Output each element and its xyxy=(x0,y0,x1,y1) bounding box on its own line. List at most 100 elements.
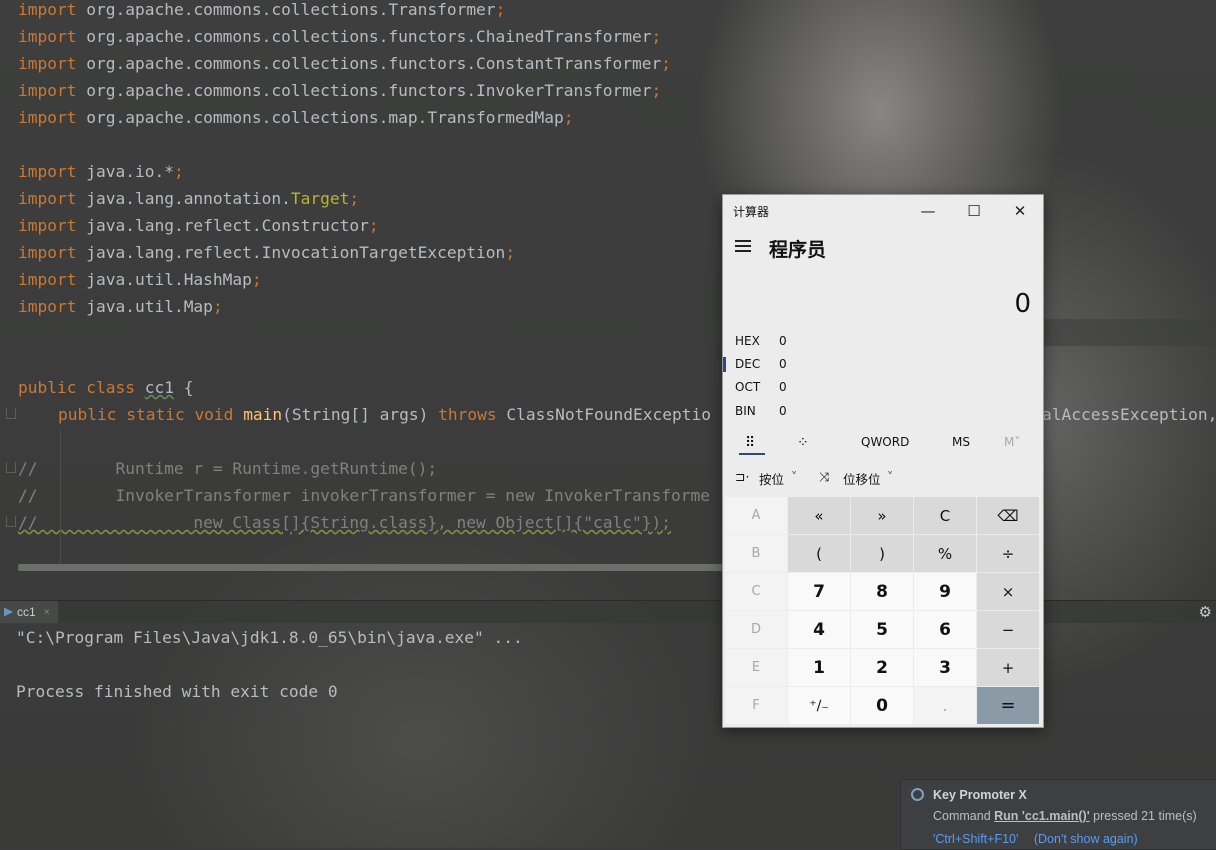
key-3[interactable]: 3 xyxy=(914,649,976,686)
key-7[interactable]: 7 xyxy=(788,573,850,610)
key-open-paren[interactable]: ( xyxy=(788,535,850,572)
key-percent[interactable]: % xyxy=(914,535,976,572)
key-5[interactable]: 5 xyxy=(851,611,913,648)
key-4[interactable]: 4 xyxy=(788,611,850,648)
code-line-main-decl-tail[interactable]: alAccessException, xyxy=(1042,401,1216,428)
code-line-import[interactable]: import java.lang.reflect.InvocationTarge… xyxy=(18,239,515,266)
key-equals[interactable]: = xyxy=(977,687,1039,724)
code-line-comment[interactable]: // InvokerTransformer invokerTransformer… xyxy=(18,482,710,509)
code-line-import[interactable]: import java.io.*; xyxy=(18,158,184,185)
key-E[interactable]: E xyxy=(725,649,787,686)
key-A[interactable]: A xyxy=(725,497,787,534)
maximize-button[interactable]: ☐ xyxy=(951,195,997,227)
radix-value: 0 xyxy=(779,357,787,371)
memory-store-button[interactable]: MS xyxy=(952,435,970,449)
key-minus[interactable]: − xyxy=(977,611,1039,648)
key-B[interactable]: B xyxy=(725,535,787,572)
key-shift-right[interactable]: » xyxy=(851,497,913,534)
bit-toggle-keypad-icon[interactable]: ⁘ xyxy=(797,435,809,451)
key-negate[interactable]: ⁺∕₋ xyxy=(788,687,850,724)
fold-marker-icon[interactable] xyxy=(6,462,16,473)
key-decimal[interactable]: . xyxy=(914,687,976,724)
chevron-down-icon: ˅ xyxy=(791,469,798,484)
key-clear[interactable]: C xyxy=(914,497,976,534)
code-line-class-decl[interactable]: public class cc1 { xyxy=(18,374,193,401)
command-link[interactable]: Run 'cc1.main()' xyxy=(994,809,1090,823)
keypad-grid: A « » C ⌫ B ( ) % ÷ C 7 8 9 × D 4 5 6 − … xyxy=(725,497,1041,724)
key-1[interactable]: 1 xyxy=(788,649,850,686)
radix-value: 0 xyxy=(779,334,787,348)
memory-list-button[interactable]: M˅ xyxy=(1004,435,1020,449)
keypad-tabs: ⠿ ⁘ QWORD MS M˅ xyxy=(723,431,1043,455)
code-line-import[interactable]: import org.apache.commons.collections.fu… xyxy=(18,23,661,50)
code-line-import[interactable]: import java.util.HashMap; xyxy=(18,266,262,293)
key-F[interactable]: F xyxy=(725,687,787,724)
key-shift-left[interactable]: « xyxy=(788,497,850,534)
radix-oct-row[interactable]: OCT 0 xyxy=(723,377,1043,399)
code-line-comment[interactable]: // Runtime r = Runtime.getRuntime(); xyxy=(18,455,437,482)
bitshift-dropdown[interactable]: 位移位 xyxy=(843,469,881,488)
calculator-window[interactable]: 计算器 — ☐ ✕ 程序员 0 HEX 0 DEC 0 OCT 0 BIN 0 … xyxy=(722,194,1044,728)
window-title: 计算器 xyxy=(733,205,770,219)
word-size-button[interactable]: QWORD xyxy=(861,435,909,449)
key-promoter-notification: Key Promoter X Command Run 'cc1.main()' … xyxy=(900,779,1216,850)
radix-hex-row[interactable]: HEX 0 xyxy=(723,331,1043,353)
result-display: 0 xyxy=(1014,289,1031,319)
key-9[interactable]: 9 xyxy=(914,573,976,610)
key-multiply[interactable]: × xyxy=(977,573,1039,610)
bitwise-dropdown[interactable]: 按位 xyxy=(759,469,784,488)
indent-guide xyxy=(60,430,61,570)
full-keypad-icon[interactable]: ⠿ xyxy=(745,435,755,451)
gear-icon[interactable]: ⚙ xyxy=(1199,603,1212,621)
key-2[interactable]: 2 xyxy=(851,649,913,686)
bitshift-icon: ⤨ xyxy=(819,469,830,484)
run-config-icon xyxy=(4,607,13,617)
key-promoter-icon xyxy=(911,788,924,801)
code-line-import[interactable]: import org.apache.commons.collections.ma… xyxy=(18,104,574,131)
radix-label: BIN xyxy=(735,404,756,418)
notification-title: Key Promoter X xyxy=(933,788,1027,802)
fold-marker-icon[interactable] xyxy=(6,516,16,527)
console-command-line: "C:\Program Files\Java\jdk1.8.0_65\bin\j… xyxy=(16,628,523,647)
horizontal-scrollbar[interactable] xyxy=(18,564,723,571)
code-line-import[interactable]: import org.apache.commons.collections.Tr… xyxy=(18,0,505,23)
run-tab-cc1[interactable]: cc1 × xyxy=(0,601,58,623)
selected-indicator xyxy=(723,357,726,372)
minimize-button[interactable]: — xyxy=(905,195,951,227)
code-line-main-decl[interactable]: public static void main(String[] args) t… xyxy=(58,401,711,428)
radix-label: HEX xyxy=(735,334,760,348)
key-0[interactable]: 0 xyxy=(851,687,913,724)
notification-body: Command Run 'cc1.main()' pressed 21 time… xyxy=(933,809,1197,823)
bitwise-gate-icon: ⊐· xyxy=(735,469,750,484)
fold-marker-icon[interactable] xyxy=(6,408,16,419)
mode-title: 程序员 xyxy=(769,239,827,261)
close-button[interactable]: ✕ xyxy=(997,195,1043,227)
chevron-down-icon: ˅ xyxy=(887,469,894,484)
radix-dec-row[interactable]: DEC 0 xyxy=(723,354,1043,376)
code-line-import[interactable]: import java.lang.annotation.Target; xyxy=(18,185,359,212)
key-8[interactable]: 8 xyxy=(851,573,913,610)
code-line-import[interactable]: import org.apache.commons.collections.fu… xyxy=(18,77,661,104)
console-exit-line: Process finished with exit code 0 xyxy=(16,682,338,701)
active-tab-underline xyxy=(739,453,765,455)
bitwise-ops-row: ⊐· 按位 ˅ ⤨ 位移位 ˅ xyxy=(723,463,1043,493)
code-line-comment[interactable]: // new Class[]{String.class}, new Object… xyxy=(18,509,671,536)
key-plus[interactable]: + xyxy=(977,649,1039,686)
dont-show-again-link[interactable]: (Don't show again) xyxy=(1034,832,1138,846)
key-D[interactable]: D xyxy=(725,611,787,648)
run-tab-label: cc1 xyxy=(17,605,36,619)
key-C-hex[interactable]: C xyxy=(725,573,787,610)
backspace-icon[interactable]: ⌫ xyxy=(977,497,1039,534)
radix-bin-row[interactable]: BIN 0 xyxy=(723,401,1043,423)
radix-value: 0 xyxy=(779,404,787,418)
key-close-paren[interactable]: ) xyxy=(851,535,913,572)
shortcut-link[interactable]: 'Ctrl+Shift+F10' xyxy=(933,832,1018,846)
hamburger-menu-icon[interactable] xyxy=(735,240,751,255)
close-tab-icon[interactable]: × xyxy=(44,607,50,618)
code-line-import[interactable]: import java.util.Map; xyxy=(18,293,223,320)
code-line-import[interactable]: import org.apache.commons.collections.fu… xyxy=(18,50,671,77)
key-divide[interactable]: ÷ xyxy=(977,535,1039,572)
key-6[interactable]: 6 xyxy=(914,611,976,648)
notification-links: 'Ctrl+Shift+F10' (Don't show again) xyxy=(933,832,1138,846)
code-line-import[interactable]: import java.lang.reflect.Constructor; xyxy=(18,212,379,239)
